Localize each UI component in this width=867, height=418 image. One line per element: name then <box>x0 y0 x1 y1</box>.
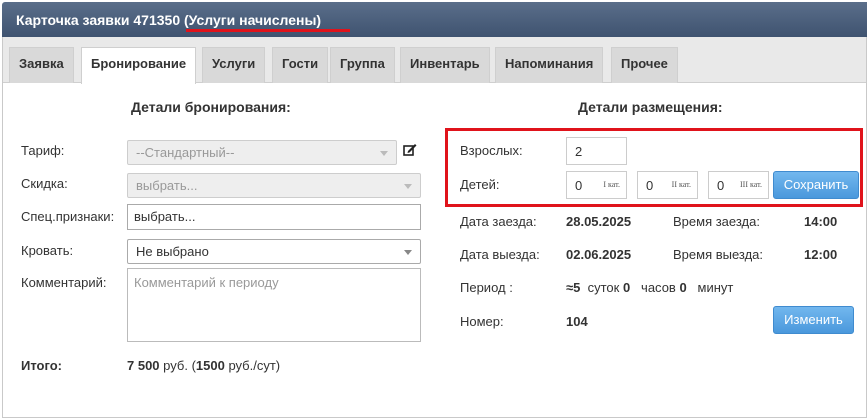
tab-booking[interactable]: Бронирование <box>81 47 197 84</box>
period-minutes: 0 <box>679 280 687 295</box>
checkout-time: 12:00 <box>804 247 838 262</box>
children-cat3-input[interactable]: 0 III кат. <box>708 171 769 199</box>
total-value: 7 500 руб. (1500 руб./сут) <box>127 358 280 373</box>
room-label: Номер: <box>460 314 504 329</box>
children-label: Детей: <box>460 177 500 192</box>
period-hours: 0 <box>622 280 631 295</box>
special-attributes-label: Спец.признаки: <box>21 209 115 224</box>
period-minutes-unit: минут <box>697 280 734 295</box>
total-currency: руб. ( <box>163 358 196 373</box>
children-cat3-label: III кат. <box>740 180 762 189</box>
checkin-date-label: Дата заезда: <box>460 214 537 229</box>
tab-guests[interactable]: Гости <box>272 47 329 83</box>
children-cat1-label: I кат. <box>603 180 620 189</box>
checkin-time: 14:00 <box>804 214 838 229</box>
comment-textarea[interactable]: Комментарий к периоду <box>127 268 421 342</box>
tariff-label: Тариф: <box>21 143 65 158</box>
daily-unit: руб./сут) <box>228 358 281 373</box>
chevron-down-icon <box>404 250 412 255</box>
discount-label: Скидка: <box>21 176 68 191</box>
children-cat2-input[interactable]: 0 II кат. <box>637 171 698 199</box>
adults-label: Взрослых: <box>460 143 523 158</box>
period-hours-unit: часов <box>641 280 676 295</box>
window-title: Карточка заявки 471350 <box>16 12 181 28</box>
special-attributes-input[interactable]: выбрать... <box>127 204 421 230</box>
tab-request[interactable]: Заявка <box>9 47 74 83</box>
room-value: 104 <box>566 314 588 329</box>
period-days-unit: суток <box>587 280 620 295</box>
tab-inventory[interactable]: Инвентарь <box>400 47 490 83</box>
checkout-time-label: Время выезда: <box>673 247 764 262</box>
bed-select[interactable]: Не выбрано <box>127 239 421 264</box>
daily-amount: 1500 <box>195 358 225 373</box>
checkin-date: 28.05.2025 <box>566 214 632 229</box>
bed-value: Не выбрано <box>136 244 209 259</box>
checkout-date: 02.06.2025 <box>566 247 632 262</box>
discount-value: выбрать... <box>136 178 198 193</box>
window-title-bar: Карточка заявки 471350 (Услуги начислены… <box>2 2 867 37</box>
tariff-select[interactable]: --Стандартный-- <box>127 140 397 165</box>
total-amount: 7 500 <box>127 358 160 373</box>
chevron-down-icon <box>380 151 388 156</box>
booking-details-heading: Детали бронирования: <box>131 99 291 115</box>
comment-label: Комментарий: <box>21 275 107 290</box>
tab-reminders[interactable]: Напоминания <box>495 47 604 83</box>
children-cat2-label: II кат. <box>671 180 691 189</box>
adults-input[interactable]: 2 <box>566 137 627 165</box>
discount-select[interactable]: выбрать... <box>127 173 421 198</box>
checkin-time-label: Время заезда: <box>673 214 760 229</box>
checkout-date-label: Дата выезда: <box>460 247 540 262</box>
tab-group[interactable]: Группа <box>330 47 395 83</box>
period-label: Период : <box>460 280 513 295</box>
save-button[interactable]: Сохранить <box>773 171 859 199</box>
title-status: (Услуги начислены) <box>184 12 322 28</box>
tab-strip: Заявка Бронирование Услуги Гости Группа … <box>3 37 866 84</box>
bed-label: Кровать: <box>21 243 74 258</box>
tab-other[interactable]: Прочее <box>611 47 678 83</box>
change-button[interactable]: Изменить <box>773 306 854 334</box>
children-cat1-input[interactable]: 0 I кат. <box>566 171 627 199</box>
total-label: Итого: <box>21 358 62 373</box>
edit-icon[interactable] <box>403 143 417 157</box>
chevron-down-icon <box>404 184 412 189</box>
period-value: ≈5 суток 0 часов 0 минут <box>566 280 733 295</box>
title-status-underline <box>186 29 350 32</box>
tab-services[interactable]: Услуги <box>202 47 266 83</box>
period-days: ≈5 <box>566 280 581 295</box>
tariff-value: --Стандартный-- <box>136 145 235 160</box>
placement-details-heading: Детали размещения: <box>578 99 723 115</box>
